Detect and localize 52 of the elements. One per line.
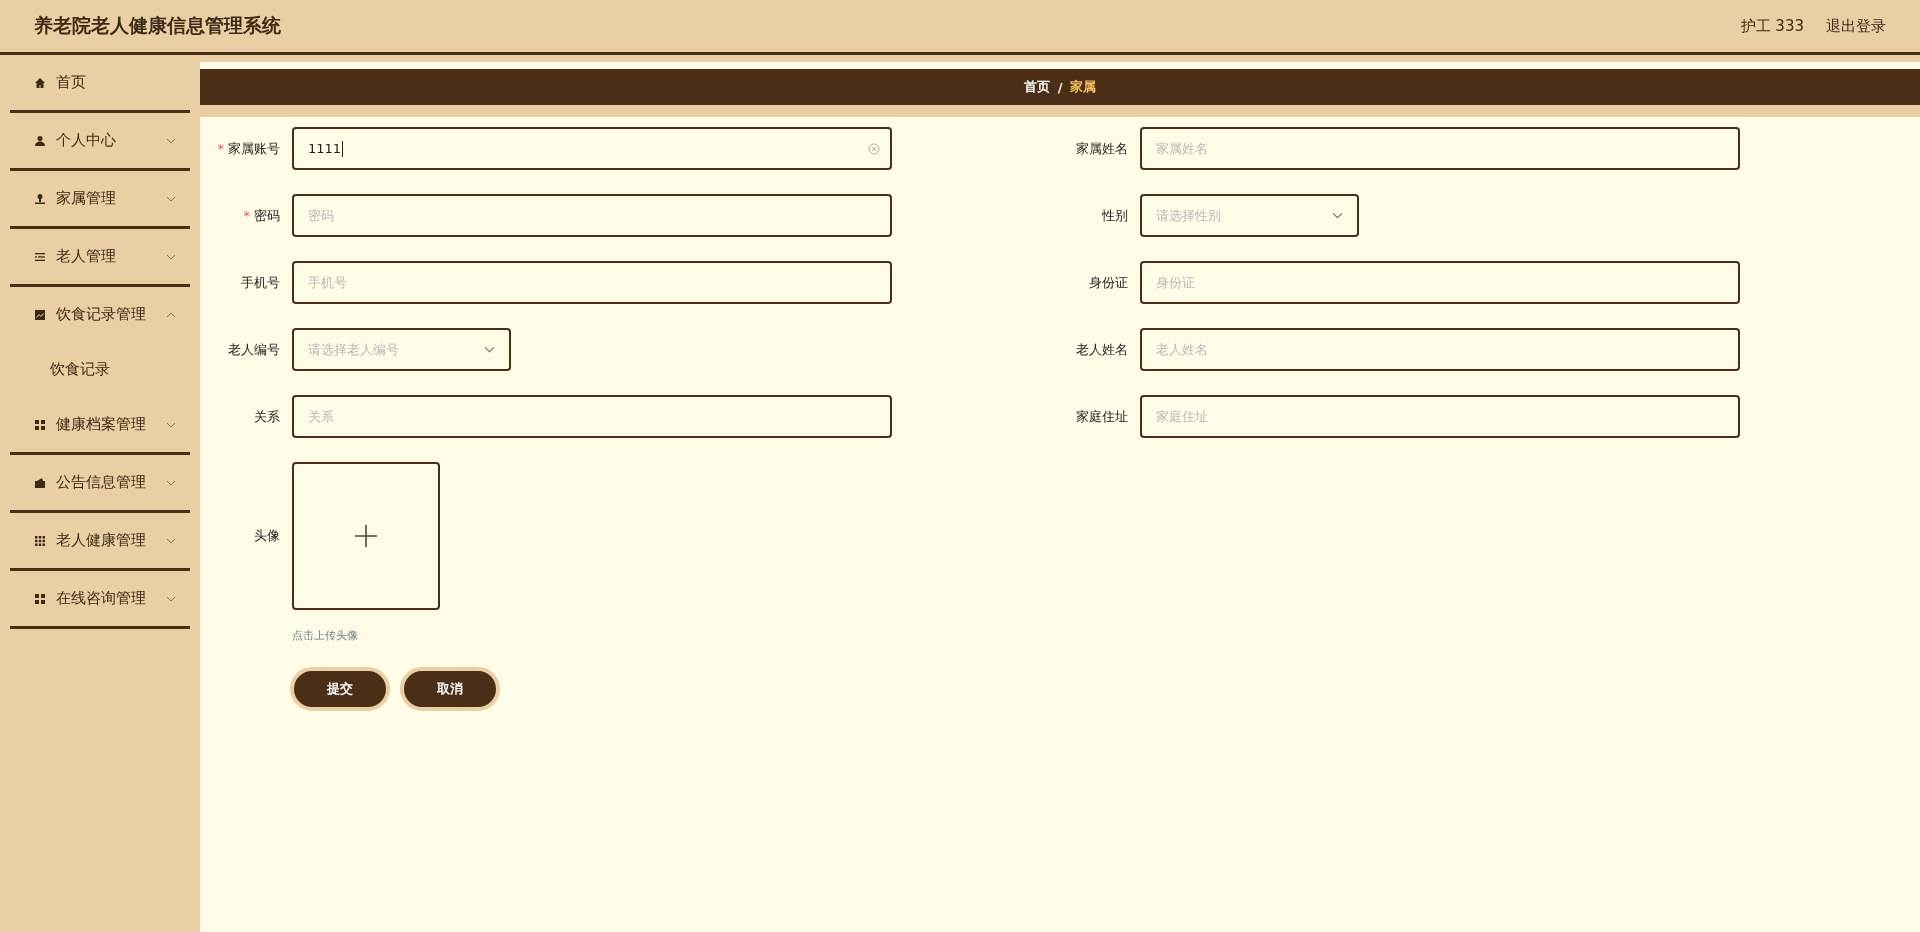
sidebar-item[interactable]: 个人中心 bbox=[10, 113, 190, 168]
logout-link[interactable]: 退出登录 bbox=[1826, 16, 1886, 36]
home-icon bbox=[34, 76, 46, 89]
sidebar-item[interactable]: 家属管理 bbox=[10, 171, 190, 226]
app-title: 养老院老人健康信息管理系统 bbox=[34, 13, 281, 38]
plus-icon bbox=[354, 524, 378, 548]
field-label: 家属账号 bbox=[228, 140, 280, 156]
field-label: 密码 bbox=[254, 207, 280, 223]
sidebar-item[interactable]: 健康档案管理 bbox=[10, 397, 190, 452]
sidebar-item[interactable]: 老人管理 bbox=[10, 229, 190, 284]
upload-hint: 点击上传头像 bbox=[292, 628, 359, 643]
grid-icon bbox=[34, 592, 46, 605]
field-label: 关系 bbox=[254, 408, 280, 424]
sidebar-item[interactable]: 公告信息管理 bbox=[10, 455, 190, 510]
user-name: 护工 333 bbox=[1740, 16, 1804, 36]
chevron-icon bbox=[166, 137, 176, 144]
chevron-icon bbox=[1332, 212, 1343, 219]
breadcrumb-item[interactable]: 家属 bbox=[1070, 78, 1097, 96]
grid9-icon bbox=[34, 534, 46, 547]
sidebar-subitem[interactable]: 饮食记录 bbox=[10, 342, 190, 397]
field-label: 老人编号 bbox=[228, 341, 280, 357]
chevron-icon bbox=[166, 479, 176, 486]
required-mark: * bbox=[243, 207, 250, 223]
chevron-icon bbox=[166, 311, 176, 318]
required-mark: * bbox=[217, 140, 224, 156]
field-label: 性别 bbox=[1102, 207, 1128, 223]
sidebar-item[interactable]: 在线咨询管理 bbox=[10, 571, 190, 626]
grid-icon bbox=[34, 418, 46, 431]
field-label: 手机号 bbox=[241, 274, 280, 290]
chevron-icon bbox=[484, 346, 495, 353]
input-field[interactable]: 1111 bbox=[292, 127, 892, 170]
submit-button[interactable]: 提交 bbox=[290, 667, 390, 711]
sidebar-item[interactable]: 老人健康管理 bbox=[10, 513, 190, 568]
field-label: 老人姓名 bbox=[1076, 341, 1128, 357]
chevron-icon bbox=[166, 537, 176, 544]
chevron-icon bbox=[166, 595, 176, 602]
upload-box[interactable] bbox=[292, 462, 440, 610]
cancel-button[interactable]: 取消 bbox=[400, 667, 500, 711]
sidebar-item[interactable]: 饮食记录管理 bbox=[10, 287, 190, 342]
chevron-icon bbox=[166, 195, 176, 202]
field-label: 身份证 bbox=[1089, 274, 1128, 290]
field-label: 家庭住址 bbox=[1076, 408, 1128, 424]
list-icon bbox=[34, 250, 46, 263]
sidebar-item[interactable]: 首页 bbox=[10, 55, 190, 110]
field-label: 家属姓名 bbox=[1076, 140, 1128, 156]
breadcrumb-item[interactable]: 首页 bbox=[1023, 78, 1050, 96]
chevron-icon bbox=[166, 253, 176, 260]
chevron-icon bbox=[166, 421, 176, 428]
user-icon bbox=[34, 134, 46, 147]
field-label: 头像 bbox=[254, 528, 280, 543]
chart-icon bbox=[34, 308, 46, 321]
breadcrumb-separator: / bbox=[1057, 79, 1063, 95]
